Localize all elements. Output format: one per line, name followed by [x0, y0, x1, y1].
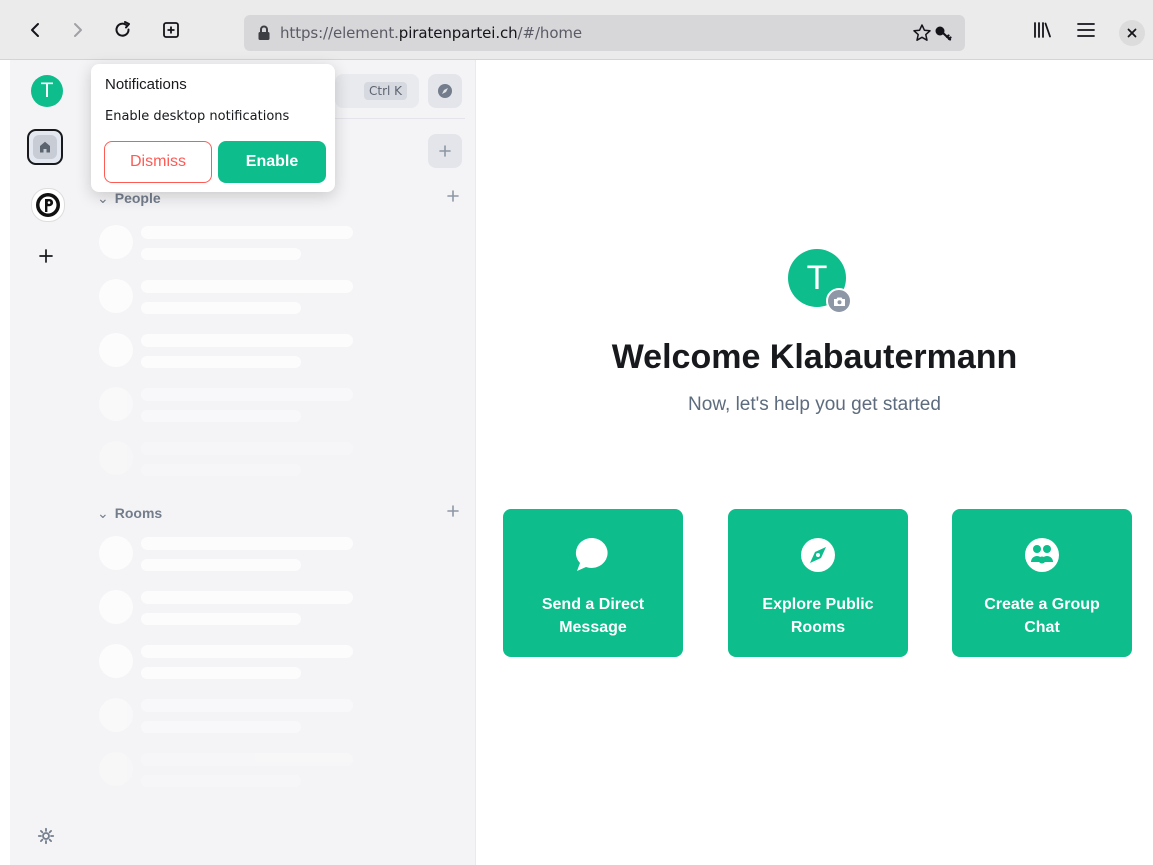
browser-toolbar: https://element.piratenpartei.ch/#/home — [0, 0, 1153, 60]
loading-placeholder-row — [99, 439, 359, 479]
url-suffix: /#/home — [517, 24, 583, 42]
add-person-button[interactable] — [446, 186, 460, 209]
home-icon — [33, 135, 57, 159]
action-label: Create a Group Chat — [984, 596, 1100, 636]
explore-public-rooms-button[interactable]: Explore Public Rooms — [728, 509, 908, 657]
url-text: https://element.piratenpartei.ch/#/home — [280, 24, 582, 42]
create-space-button[interactable] — [37, 247, 55, 270]
new-tab-icon — [163, 22, 179, 38]
section-label: People — [114, 190, 161, 206]
welcome-subtitle: Now, let's help you get started — [688, 394, 941, 415]
camera-icon[interactable] — [826, 288, 852, 314]
dismiss-button[interactable]: Dismiss — [104, 141, 212, 183]
toast-title: Notifications — [105, 76, 187, 93]
quick-settings-button[interactable] — [37, 827, 55, 850]
loading-placeholder-row — [99, 588, 359, 628]
chevron-down-icon: ⌄ — [97, 190, 109, 206]
reload-button[interactable] — [110, 17, 136, 43]
room-search-button[interactable]: Ctrl K — [335, 74, 419, 108]
back-arrow-icon — [31, 23, 39, 37]
new-tab-button[interactable] — [158, 17, 184, 43]
pirate-space-button[interactable] — [31, 188, 65, 222]
loading-placeholder-row — [99, 696, 359, 736]
hamburger-icon — [1077, 23, 1095, 37]
plus-icon — [447, 190, 459, 202]
close-window-button[interactable] — [1119, 20, 1145, 46]
key-icon[interactable] — [934, 24, 952, 47]
close-icon — [1127, 28, 1137, 38]
explore-rooms-button[interactable] — [428, 74, 462, 108]
plus-icon — [447, 505, 459, 517]
home-page: T Welcome Klabautermann Now, let's help … — [476, 60, 1153, 865]
url-prefix: https://element. — [280, 24, 399, 42]
forward-arrow-icon — [74, 23, 82, 37]
create-group-chat-button[interactable]: Create a Group Chat — [952, 509, 1132, 657]
loading-placeholder-row — [99, 277, 359, 317]
search-shortcut-hint: Ctrl K — [364, 82, 408, 100]
address-bar[interactable]: https://element.piratenpartei.ch/#/home — [244, 15, 965, 51]
loading-placeholder-row — [99, 750, 359, 790]
loading-placeholder-row — [99, 385, 359, 425]
bookmark-star-icon[interactable] — [912, 23, 932, 48]
forward-button[interactable] — [65, 17, 91, 43]
plus-icon — [439, 145, 451, 157]
add-room-button[interactable] — [428, 134, 462, 168]
section-header-rooms[interactable]: ⌄ Rooms — [97, 505, 162, 522]
space-panel: T — [10, 60, 85, 865]
gear-icon — [37, 827, 55, 845]
pirate-logo-icon — [36, 193, 60, 217]
home-space-button[interactable] — [27, 129, 63, 165]
back-button[interactable] — [22, 17, 48, 43]
url-domain: piratenpartei.ch — [398, 24, 518, 42]
welcome-heading: Welcome Klabautermann — [611, 338, 1018, 376]
notifications-toast: Notifications Enable desktop notificatio… — [91, 64, 335, 192]
menu-button[interactable] — [1073, 17, 1099, 43]
add-room-section-button[interactable] — [446, 501, 460, 524]
toast-description: Enable desktop notifications — [105, 109, 290, 124]
send-direct-message-button[interactable]: Send a Direct Message — [503, 509, 683, 657]
reload-icon — [115, 21, 130, 37]
loading-placeholder-row — [99, 331, 359, 371]
action-label: Explore Public Rooms — [762, 596, 874, 636]
compass-icon — [801, 538, 835, 572]
action-label: Send a Direct Message — [541, 596, 645, 636]
library-icon — [1034, 22, 1051, 38]
chevron-down-icon: ⌄ — [97, 505, 109, 521]
loading-placeholder-row — [99, 223, 359, 263]
library-button[interactable] — [1029, 17, 1055, 43]
loading-placeholder-row — [99, 642, 359, 682]
loading-placeholder-row — [99, 534, 359, 574]
enable-notifications-button[interactable]: Enable — [218, 141, 326, 183]
plus-icon — [39, 249, 53, 263]
lock-icon — [257, 25, 271, 46]
user-avatar[interactable]: T — [31, 75, 63, 107]
section-label: Rooms — [114, 505, 163, 521]
group-icon — [1025, 538, 1059, 572]
compass-icon — [438, 84, 452, 98]
message-icon — [575, 537, 608, 571]
section-header-people[interactable]: ⌄ People — [97, 190, 161, 207]
